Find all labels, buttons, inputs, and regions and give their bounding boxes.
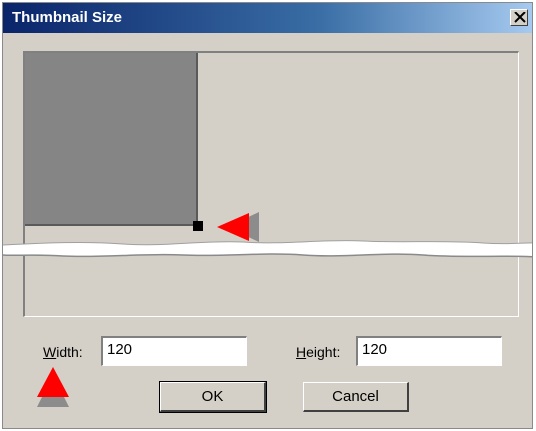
- title-bar[interactable]: Thumbnail Size: [3, 3, 532, 33]
- close-icon: [514, 12, 526, 23]
- thumbnail-size-dialog: Thumbnail Size Width: 120 Height: 120 OK…: [2, 2, 533, 429]
- torn-edge: [3, 240, 532, 258]
- window-title: Thumbnail Size: [12, 9, 123, 26]
- thumbnail-rectangle: [25, 53, 198, 226]
- ok-button[interactable]: OK: [159, 381, 267, 413]
- thumbnail-preview-area: [23, 51, 519, 317]
- cancel-button[interactable]: Cancel: [303, 382, 409, 412]
- close-button[interactable]: [510, 9, 528, 26]
- width-label: Width:: [43, 344, 83, 360]
- width-input[interactable]: 120: [101, 336, 247, 366]
- red-arrow-up-icon: [37, 367, 69, 407]
- height-label: Height:: [296, 344, 341, 360]
- height-input[interactable]: 120: [356, 336, 502, 366]
- resize-handle[interactable]: [193, 221, 203, 231]
